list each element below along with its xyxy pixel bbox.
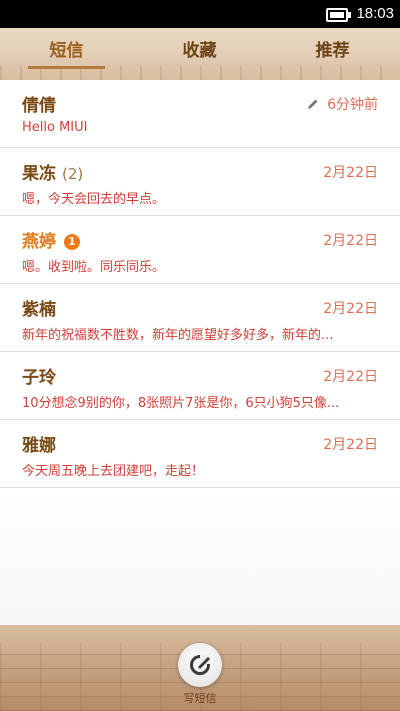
contact-name: 果冻 (2): [22, 159, 83, 184]
message-preview: 嗯。收到啦。同乐同乐。: [22, 260, 166, 275]
message-preview: Hello MIUI: [22, 120, 88, 135]
contact-name-text: 燕婷: [22, 232, 56, 252]
empty-list-area: [0, 490, 400, 625]
contact-name: 紫楠: [22, 300, 56, 320]
message-preview: 新年的祝福数不胜数，新年的愿望好多好多，新年的...: [22, 328, 334, 343]
tab-messages[interactable]: 短信: [0, 36, 133, 66]
tab-bar: 短信 收藏 推荐: [0, 28, 400, 80]
message-count: (2): [62, 165, 84, 183]
contact-name: 雅娜: [22, 436, 56, 456]
contact-name: 燕婷 1: [22, 227, 80, 252]
active-tab-indicator: [28, 66, 105, 69]
message-date: 2月22日: [323, 369, 378, 385]
conversation-row[interactable]: 紫楠 新年的祝福数不胜数，新年的愿望好多好多，新年的... 2月22日: [0, 284, 400, 352]
message-date: 2月22日: [323, 165, 378, 181]
message-preview: 10分想念9别的你，8张照片7张是你，6只小狗5只像...: [22, 396, 340, 411]
tab-favorites[interactable]: 收藏: [133, 36, 266, 66]
compose-icon: [190, 655, 210, 675]
message-preview: 嗯，今天会回去的早点。: [22, 192, 166, 207]
message-date: 2月22日: [323, 301, 378, 317]
message-date: 2月22日: [323, 233, 378, 249]
conversation-row[interactable]: 果冻 (2) 嗯，今天会回去的早点。 2月22日: [0, 148, 400, 216]
tab-recommended[interactable]: 推荐: [266, 36, 399, 66]
draft-pencil-icon: [308, 99, 318, 109]
message-date-text: 6分钟前: [327, 97, 378, 113]
compose-label: 写短信: [183, 692, 217, 705]
conversation-row[interactable]: 燕婷 1 嗯。收到啦。同乐同乐。 2月22日: [0, 216, 400, 284]
status-time: 18:03: [356, 5, 394, 22]
status-bar: 18:03: [0, 0, 400, 28]
message-date: 2月22日: [323, 437, 378, 453]
conversation-list: 倩倩 Hello MIUI 6分钟前 果冻 (2) 嗯，今天会回去的早点。 2月2…: [0, 80, 400, 488]
contact-name: 倩倩: [22, 96, 56, 116]
conversation-row[interactable]: 倩倩 Hello MIUI 6分钟前: [0, 80, 400, 148]
conversation-row[interactable]: 雅娜 今天周五晚上去团建吧，走起！ 2月22日: [0, 420, 400, 488]
compose-button[interactable]: [178, 643, 222, 687]
contact-name-text: 果冻: [22, 164, 56, 184]
unread-badge: 1: [64, 234, 80, 250]
message-preview: 今天周五晚上去团建吧，走起！: [22, 464, 205, 479]
conversation-row[interactable]: 子玲 10分想念9别的你，8张照片7张是你，6只小狗5只像... 2月22日: [0, 352, 400, 420]
message-date: 6分钟前: [307, 94, 378, 114]
contact-name: 子玲: [22, 368, 56, 388]
battery-icon: [326, 8, 351, 22]
